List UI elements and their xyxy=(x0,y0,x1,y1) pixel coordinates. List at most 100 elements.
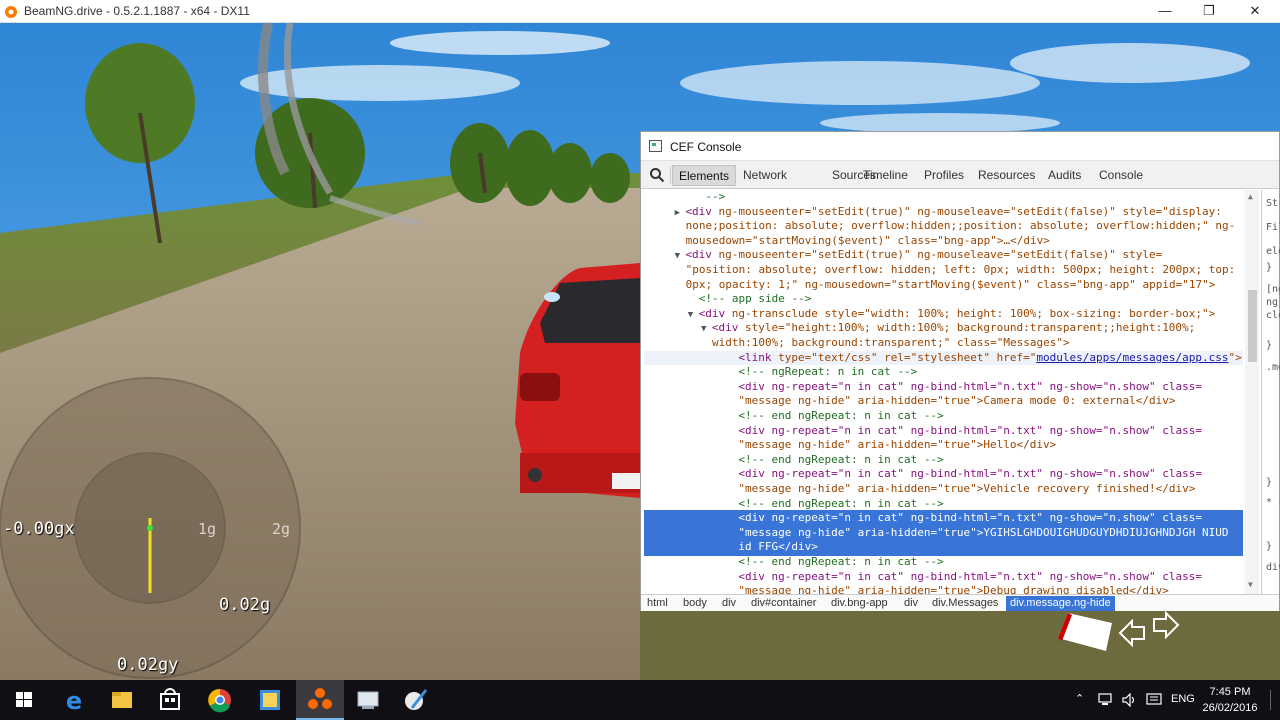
dom-attributes: "> xyxy=(1228,350,1242,364)
styles-sidebar[interactable]: St Filt ele } [ng ng- clo } .me } * { } … xyxy=(1261,190,1280,594)
collapse-triangle-icon[interactable]: ▼ xyxy=(675,251,686,261)
collapse-triangle-icon[interactable]: ▼ xyxy=(701,324,712,334)
network-tool-icon xyxy=(357,691,379,709)
tab-resources[interactable]: Resources xyxy=(972,165,1041,186)
dom-attributes: ng-mouseenter="setEdit(true)" ng-mousele… xyxy=(711,248,1163,262)
dom-tree-line[interactable]: "message ng-hide" aria-hidden="true">Cam… xyxy=(738,394,1175,409)
taskbar-store[interactable] xyxy=(146,680,194,720)
dom-tree-line[interactable]: width:100%; background:transparent;" cla… xyxy=(712,336,1070,351)
taskbar-network-tool[interactable] xyxy=(344,680,392,720)
scroll-up-arrow-icon[interactable]: ▲ xyxy=(1248,192,1253,201)
console-title: CEF Console xyxy=(670,140,742,154)
dom-tree-line[interactable]: "position: absolute; overflow: hidden; l… xyxy=(686,263,1236,278)
dom-tree-line[interactable]: --> xyxy=(705,190,725,205)
tab-network[interactable]: Network xyxy=(737,165,793,186)
dom-attributes: ng-mouseenter="setEdit(true)" ng-mousele… xyxy=(711,204,1222,218)
dom-tree-line[interactable]: <!-- end ngRepeat: n in cat --> xyxy=(738,497,943,512)
clock[interactable]: 7:45 PM 26/02/2016 xyxy=(1198,684,1262,716)
dom-tree-line[interactable]: ▼ <div style="height:100%; width:100%; b… xyxy=(701,321,1195,337)
taskbar-brush-app[interactable] xyxy=(392,680,440,720)
dom-tree-line[interactable]: ▶ <div ng-mouseenter="setEdit(true)" ng-… xyxy=(675,205,1222,221)
dom-tree-line[interactable]: "message ng-hide" aria-hidden="true">Deb… xyxy=(738,584,1168,594)
expand-triangle-icon[interactable]: ▶ xyxy=(675,208,686,218)
tab-console[interactable]: Console xyxy=(1093,165,1149,186)
breadcrumb-item[interactable]: div#container xyxy=(751,597,816,609)
styles-filter-input[interactable]: Filt xyxy=(1266,222,1280,233)
dom-tree-line[interactable]: ▼ <div ng-transclude style="width: 100%;… xyxy=(688,307,1215,323)
dom-tree-line[interactable]: <!-- app side --> xyxy=(699,292,812,307)
breadcrumb: html body div div#container div.bng-app … xyxy=(641,594,1279,611)
start-button[interactable] xyxy=(0,680,48,720)
taskbar-paint-app[interactable] xyxy=(246,680,294,720)
svg-text:e: e xyxy=(66,687,82,715)
cef-console-window[interactable]: CEF Console Elements Network Sources Tim… xyxy=(640,131,1280,611)
search-icon[interactable] xyxy=(649,167,665,183)
scrollbar-thumb[interactable] xyxy=(1248,290,1257,362)
collapse-triangle-icon[interactable]: ▼ xyxy=(688,310,699,320)
dom-tree-line[interactable]: <!-- end ngRepeat: n in cat --> xyxy=(738,453,943,468)
styles-rule-text: ng- xyxy=(1266,297,1280,308)
taskbar-edge[interactable]: e xyxy=(50,680,98,720)
minimize-button[interactable]: — xyxy=(1142,0,1188,22)
network-icon[interactable] xyxy=(1098,693,1114,707)
action-center-icon[interactable] xyxy=(1146,693,1162,707)
styles-rule-text: ele xyxy=(1266,246,1280,257)
language-indicator[interactable]: ENG xyxy=(1171,693,1195,705)
styles-tab-label[interactable]: St xyxy=(1266,198,1278,209)
breadcrumb-item[interactable]: html xyxy=(647,597,668,609)
maximize-button[interactable]: ❐ xyxy=(1186,0,1232,22)
taskbar-chrome[interactable] xyxy=(196,680,244,720)
breadcrumb-item[interactable]: div xyxy=(904,597,918,609)
dom-tree-line[interactable]: <!-- end ngRepeat: n in cat --> xyxy=(738,409,943,424)
console-title-bar[interactable]: CEF Console xyxy=(641,132,1279,161)
gforce-x-readout: -0.00gx xyxy=(3,519,75,539)
tab-audits[interactable]: Audits xyxy=(1042,165,1087,186)
breadcrumb-item[interactable]: div.Messages xyxy=(932,597,998,609)
tab-timeline[interactable]: Timeline xyxy=(857,165,914,186)
dom-tree-line[interactable]: <!-- ngRepeat: n in cat --> xyxy=(738,365,917,380)
dom-tree-line[interactable]: 0px; opacity: 1;" ng-mousedown="startMov… xyxy=(686,278,1216,293)
dom-tree-line[interactable]: <div ng-repeat="n in cat" ng-bind-html="… xyxy=(738,570,1202,585)
console-window-icon xyxy=(649,140,662,152)
tab-separator xyxy=(670,166,671,184)
dom-tree-line[interactable]: <!-- end ngRepeat: n in cat --> xyxy=(738,555,943,570)
dom-tree-line[interactable]: <div ng-repeat="n in cat" ng-bind-html="… xyxy=(738,467,1202,482)
dom-selected-text: <div ng-repeat="n in cat" ng-bind-html="… xyxy=(738,511,1202,525)
dom-tree-scrollbar[interactable]: ▲ ▼ xyxy=(1245,190,1259,594)
window-title-bar: BeamNG.drive - 0.5.2.1.1887 - x64 - DX11… xyxy=(0,0,1280,23)
taskbar-beamng[interactable] xyxy=(296,680,344,720)
dom-tag: <link xyxy=(738,350,772,364)
dom-tree-line[interactable]: <div ng-repeat="n in cat" ng-bind-html="… xyxy=(738,424,1202,439)
breadcrumb-item-selected[interactable]: div.message.ng-hide xyxy=(1006,596,1115,611)
styles-rule-text: } xyxy=(1266,262,1273,273)
chevron-up-icon[interactable]: ⌃ xyxy=(1075,692,1084,705)
dom-tree-line[interactable]: ▼ <div ng-mouseenter="setEdit(true)" ng-… xyxy=(675,248,1163,264)
stylesheet-link[interactable]: modules/apps/messages/app.css xyxy=(1036,351,1228,364)
dom-tree-line[interactable]: <link type="text/css" rel="stylesheet" h… xyxy=(738,351,1241,366)
breadcrumb-item[interactable]: div.bng-app xyxy=(831,597,888,609)
volume-icon[interactable] xyxy=(1122,693,1138,707)
dom-tag: <div xyxy=(685,248,712,262)
dom-tree-line[interactable]: none;position: absolute; overflow:hidden… xyxy=(686,219,1236,234)
dom-tree-line[interactable]: "message ng-hide" aria-hidden="true">YGI… xyxy=(738,526,1228,541)
styles-rule-text: } xyxy=(1266,541,1273,552)
tab-profiles[interactable]: Profiles xyxy=(918,165,970,186)
dom-tree-line[interactable]: "message ng-hide" aria-hidden="true">Veh… xyxy=(738,482,1195,497)
dom-tag-line: <div ng-repeat="n in cat" ng-bind-html="… xyxy=(738,379,1202,393)
styles-rule-text: div xyxy=(1266,562,1280,573)
dom-attribute-text: "message ng-hide" aria-hidden="true">Deb… xyxy=(738,584,1169,594)
dom-tree-line[interactable]: id FFG</div> xyxy=(738,540,817,555)
elements-dom-tree[interactable]: <div ng-repeat="n in cat" ng-bind-html="… xyxy=(641,190,1256,594)
breadcrumb-item[interactable]: div xyxy=(722,597,736,609)
dom-tree-line[interactable]: "message ng-hide" aria-hidden="true">Hel… xyxy=(738,438,1056,453)
dom-tree-line[interactable]: <div ng-repeat="n in cat" ng-bind-html="… xyxy=(738,380,1202,395)
show-desktop-button[interactable] xyxy=(1266,690,1276,710)
dom-tree-line[interactable]: <div ng-repeat="n in cat" ng-bind-html="… xyxy=(738,511,1202,526)
dom-tree-line[interactable]: mousedown="startMoving($event)" class="b… xyxy=(686,234,1050,249)
close-button[interactable]: ✕ xyxy=(1232,0,1278,22)
tab-elements[interactable]: Elements xyxy=(672,165,737,186)
breadcrumb-item[interactable]: body xyxy=(683,597,707,609)
dom-attribute-text: "message ng-hide" aria-hidden="true">Cam… xyxy=(738,394,1176,408)
scroll-down-arrow-icon[interactable]: ▼ xyxy=(1248,580,1253,589)
taskbar-file-explorer[interactable] xyxy=(98,680,146,720)
